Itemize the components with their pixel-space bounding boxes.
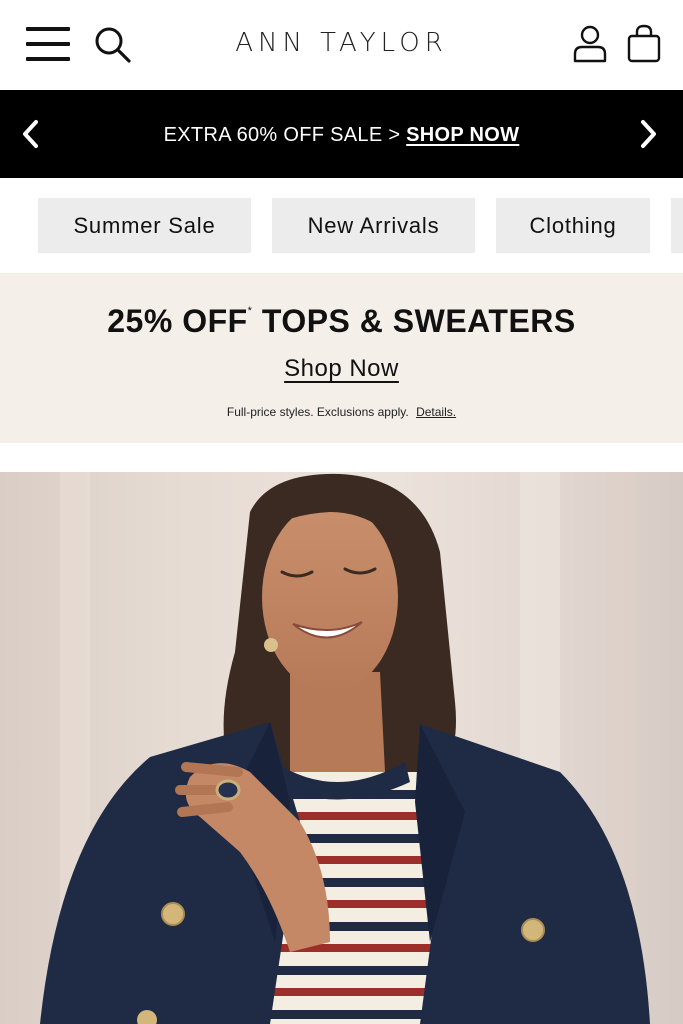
chevron-right-icon[interactable] xyxy=(628,114,668,154)
offer-headline: 25% OFF* TOPS & SWEATERS xyxy=(0,303,683,340)
offer-percent: 25% OFF xyxy=(107,303,248,339)
offer-cta: Shop Now xyxy=(0,355,683,383)
chip-summer-sale[interactable]: Summer Sale xyxy=(38,198,251,253)
chip-clothing[interactable]: Clothing xyxy=(496,198,650,253)
hero-image[interactable] xyxy=(0,472,683,1024)
chip-next[interactable] xyxy=(671,198,683,253)
offer-fine-print: Full-price styles. Exclusions apply. Det… xyxy=(0,405,683,419)
promo-bar: EXTRA 60% OFF SALE > SHOP NOW xyxy=(0,90,683,178)
site-header: ANN TAYLOR xyxy=(0,0,683,90)
shopping-bag-icon[interactable] xyxy=(626,24,662,64)
promo-text: EXTRA 60% OFF SALE > xyxy=(163,124,401,146)
shop-now-link[interactable]: SHOP NOW xyxy=(406,124,519,146)
offer-asterisk: * xyxy=(247,305,253,317)
category-chip-row: Summer Sale New Arrivals Clothing xyxy=(0,178,683,273)
fine-print-text: Full-price styles. Exclusions apply. xyxy=(226,405,409,419)
chip-new-arrivals[interactable]: New Arrivals xyxy=(272,198,475,253)
shop-now-button[interactable]: Shop Now xyxy=(284,355,399,382)
hero-photo-illustration xyxy=(40,472,650,1024)
offer-category: TOPS & SWEATERS xyxy=(261,303,576,339)
offer-banner: 25% OFF* TOPS & SWEATERS Shop Now Full-p… xyxy=(0,273,683,443)
promo-message: EXTRA 60% OFF SALE > SHOP NOW xyxy=(0,124,683,147)
details-link[interactable]: Details. xyxy=(416,405,456,419)
account-icon[interactable] xyxy=(572,24,608,64)
